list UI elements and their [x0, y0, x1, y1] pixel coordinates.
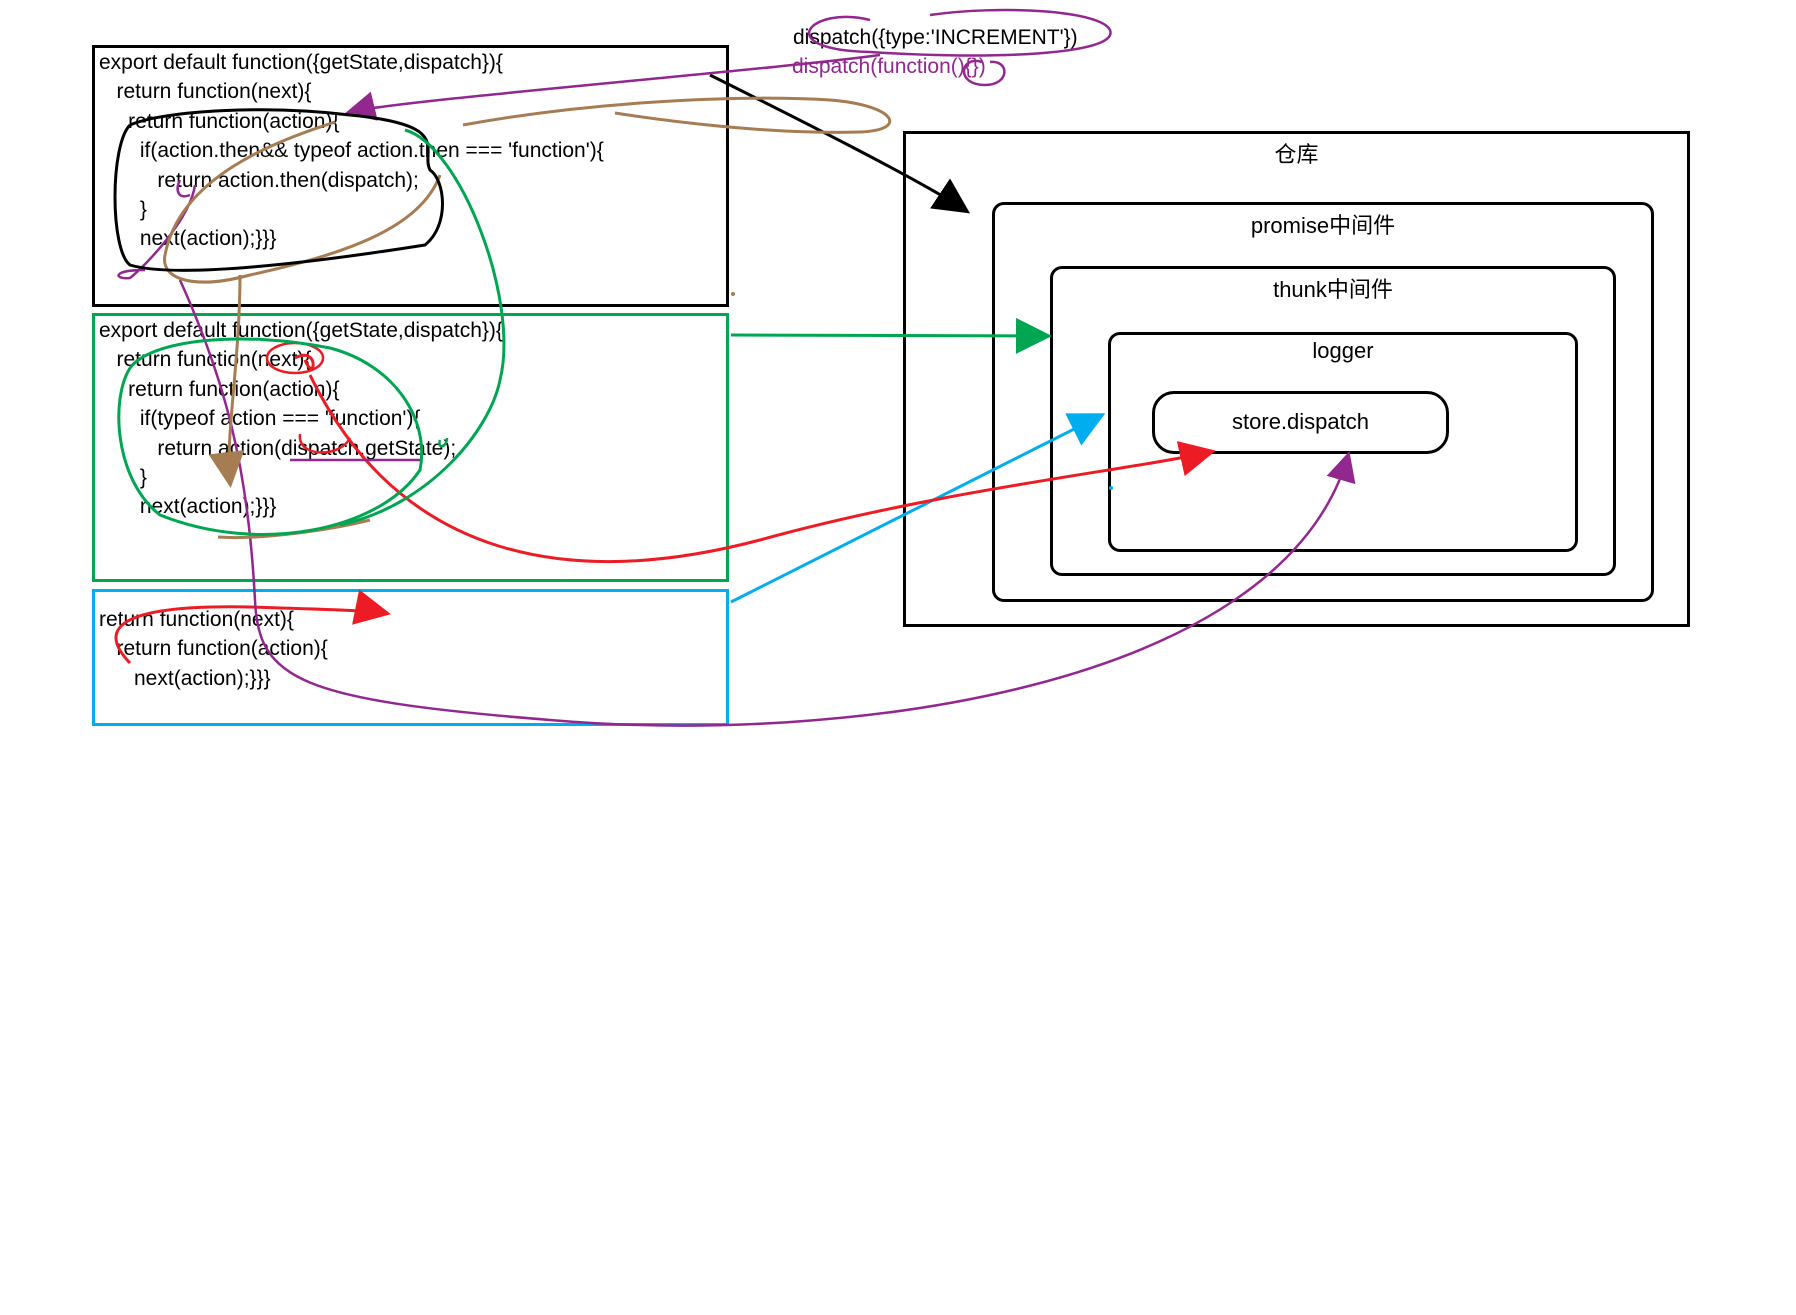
code-line: export default function({getState,dispat… [95, 316, 726, 345]
store-label-promise: promise中间件 [1251, 208, 1395, 240]
code-line: return function(next){ [95, 77, 726, 106]
code-line: export default function({getState,dispat… [95, 48, 726, 77]
store-label-dispatch: store.dispatch [1232, 409, 1369, 435]
code-line: } [95, 195, 726, 224]
code-line: return function(next){ [95, 592, 726, 634]
code-line: return function(action){ [95, 375, 726, 404]
code-line: return function(action){ [95, 634, 726, 663]
code-box-thunk: export default function({getState,dispat… [92, 313, 729, 582]
code-line: next(action);}}} [95, 224, 726, 253]
store-label-logger: logger [1312, 338, 1373, 364]
code-line: next(action);}}} [95, 492, 726, 521]
code-line: return action(dispatch,getState); [95, 434, 726, 463]
code-line: return action.then(dispatch); [95, 166, 726, 195]
store-box-dispatch: store.dispatch [1152, 391, 1449, 454]
code-line: if(typeof action === 'function'){ [95, 404, 726, 433]
code-line: return function(next){ [95, 345, 726, 374]
store-label-thunk: thunk中间件 [1273, 272, 1393, 304]
dispatch-call-increment: dispatch({type:'INCREMENT'}) [793, 26, 1078, 50]
code-box-logger: return function(next){ return function(a… [92, 589, 729, 726]
code-line: if(action.then&& typeof action.then === … [95, 136, 726, 165]
dispatch-call-function: dispatch(function(){}) [792, 55, 986, 79]
code-line: return function(action){ [95, 107, 726, 136]
code-line: } [95, 463, 726, 492]
code-line: next(action);}}} [95, 664, 726, 693]
store-label-outer: 仓库 [1274, 137, 1318, 169]
code-box-promise: export default function({getState,dispat… [92, 45, 729, 307]
